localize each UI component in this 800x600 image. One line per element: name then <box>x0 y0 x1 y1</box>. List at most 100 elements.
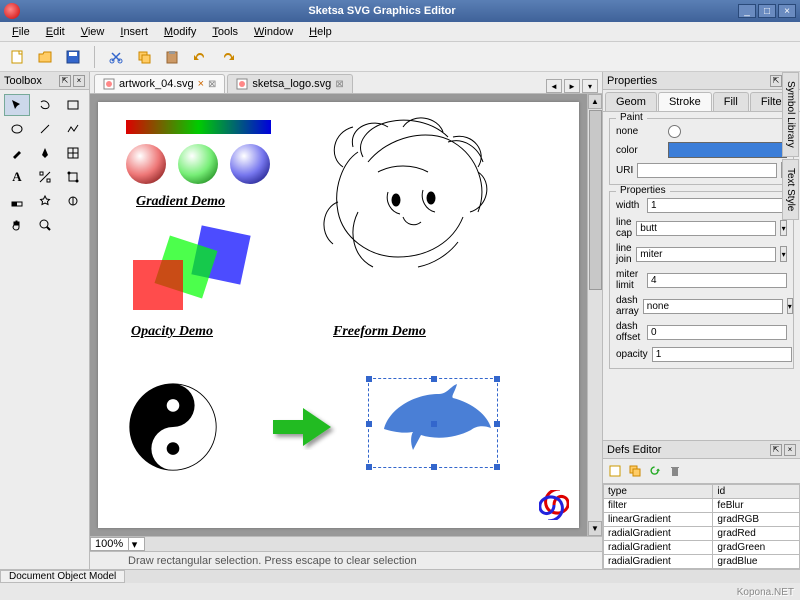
tab-menu-button[interactable]: ▾ <box>582 79 598 93</box>
status-hint: Draw rectangular selection. Press escape… <box>128 555 417 567</box>
freeform-drawing <box>308 112 528 312</box>
menu-edit[interactable]: Edit <box>38 24 73 40</box>
red-sphere <box>126 144 166 184</box>
defs-refresh-button[interactable] <box>646 462 664 480</box>
dasharray-dropdown-icon[interactable]: ▾ <box>787 298 793 314</box>
defs-duplicate-button[interactable] <box>626 462 644 480</box>
tab-prev-button[interactable]: ◄ <box>546 79 562 93</box>
new-file-button[interactable] <box>6 46 28 68</box>
menu-bar: File Edit View Insert Modify Tools Windo… <box>0 22 800 42</box>
vtab-text-style[interactable]: Text Style <box>782 159 799 220</box>
table-row[interactable]: radialGradientgradRed <box>604 527 800 541</box>
yinyang-icon <box>128 382 218 472</box>
menu-insert[interactable]: Insert <box>112 24 156 40</box>
tool-transform[interactable] <box>60 166 86 188</box>
properties-pin-icon[interactable]: ⇱ <box>770 75 782 87</box>
linejoin-dropdown-icon[interactable]: ▾ <box>780 246 787 262</box>
status-bar: Draw rectangular selection. Press escape… <box>90 551 602 569</box>
maximize-button[interactable]: □ <box>758 4 776 18</box>
menu-help[interactable]: Help <box>301 24 340 40</box>
main-toolbar <box>0 42 800 72</box>
selection-box[interactable] <box>368 378 498 468</box>
tool-misc[interactable] <box>60 190 86 212</box>
paint-none-radio[interactable] <box>668 125 681 138</box>
menu-file[interactable]: File <box>4 24 38 40</box>
undo-button[interactable] <box>189 46 211 68</box>
stroke-color-swatch[interactable] <box>668 142 787 158</box>
close-window-button[interactable]: × <box>778 4 796 18</box>
spiral-logo <box>539 490 569 520</box>
svg-canvas[interactable]: Gradient Demo Opacity Demo Freeform Dem <box>98 102 579 528</box>
menu-tools[interactable]: Tools <box>204 24 246 40</box>
dashoffset-input[interactable] <box>647 325 787 340</box>
defs-close-icon[interactable]: × <box>784 444 796 456</box>
defs-new-button[interactable] <box>606 462 624 480</box>
linecap-input[interactable] <box>636 221 776 236</box>
watermark: Kopona.NET <box>737 587 794 598</box>
zoom-select[interactable]: 100%▾ <box>90 537 145 551</box>
stroke-width-input[interactable] <box>647 198 787 213</box>
defs-title: Defs Editor <box>607 444 661 456</box>
dom-tab[interactable]: Document Object Model <box>0 570 125 583</box>
tool-text[interactable]: A <box>4 166 30 188</box>
menu-modify[interactable]: Modify <box>156 24 204 40</box>
tab-next-button[interactable]: ► <box>564 79 580 93</box>
miterlimit-input[interactable] <box>647 273 787 288</box>
save-file-button[interactable] <box>62 46 84 68</box>
arrow-icon <box>268 402 338 452</box>
blue-sphere <box>230 144 270 184</box>
red-square <box>133 260 183 310</box>
toolbox-pin-icon[interactable]: ⇱ <box>59 75 71 87</box>
close-tab-icon[interactable]: ⊠ <box>335 79 343 90</box>
menu-window[interactable]: Window <box>246 24 301 40</box>
window-title: Sketsa SVG Graphics Editor <box>26 5 738 17</box>
horizontal-scrollbar[interactable]: 100%▾ <box>90 536 602 551</box>
cut-button[interactable] <box>105 46 127 68</box>
tool-grid[interactable] <box>60 142 86 164</box>
opacity-input[interactable] <box>652 347 792 362</box>
prop-tab-geom[interactable]: Geom <box>605 92 657 111</box>
table-row[interactable]: radialGradientgradBlue <box>604 555 800 569</box>
toolbox-panel: Toolbox ⇱ × A <box>0 72 90 569</box>
tool-polyline[interactable] <box>60 118 86 140</box>
svg-file-icon <box>103 78 115 90</box>
vtab-symbol-library[interactable]: Symbol Library <box>782 72 799 157</box>
tool-pen[interactable] <box>32 142 58 164</box>
defs-delete-button[interactable] <box>666 462 684 480</box>
table-row[interactable]: linearGradientgradRGB <box>604 513 800 527</box>
tool-star[interactable] <box>32 190 58 212</box>
tool-select[interactable] <box>4 94 30 116</box>
tool-line[interactable] <box>32 118 58 140</box>
paste-button[interactable] <box>161 46 183 68</box>
green-sphere <box>178 144 218 184</box>
tool-node[interactable] <box>32 166 58 188</box>
tab-sketsa-logo[interactable]: sketsa_logo.svg ⊠ <box>227 74 352 93</box>
defs-pin-icon[interactable]: ⇱ <box>770 444 782 456</box>
prop-tab-stroke[interactable]: Stroke <box>658 92 712 111</box>
tool-rect[interactable] <box>60 94 86 116</box>
tool-lasso[interactable] <box>32 94 58 116</box>
tool-hand[interactable] <box>4 214 30 236</box>
close-tab-icon[interactable]: ⊠ <box>208 79 216 90</box>
table-row[interactable]: filterfeBlur <box>604 499 800 513</box>
tool-pencil[interactable] <box>4 142 30 164</box>
canvas-viewport[interactable]: Gradient Demo Opacity Demo Freeform Dem <box>90 94 587 536</box>
paint-uri-input[interactable] <box>637 163 777 178</box>
tab-artwork-04[interactable]: artwork_04.svg × ⊠ <box>94 74 225 93</box>
tool-ellipse[interactable] <box>4 118 30 140</box>
minimize-button[interactable]: _ <box>738 4 756 18</box>
copy-button[interactable] <box>133 46 155 68</box>
dasharray-input[interactable] <box>643 299 783 314</box>
toolbox-title: Toolbox <box>4 75 42 87</box>
menu-view[interactable]: View <box>73 24 113 40</box>
linecap-dropdown-icon[interactable]: ▾ <box>780 220 787 236</box>
tool-zoom[interactable] <box>32 214 58 236</box>
linejoin-input[interactable] <box>636 247 776 262</box>
prop-tab-fill[interactable]: Fill <box>713 92 749 111</box>
tool-eyedropper[interactable] <box>4 190 30 212</box>
redo-button[interactable] <box>217 46 239 68</box>
vertical-scrollbar[interactable]: ▲▼ <box>587 94 602 536</box>
open-file-button[interactable] <box>34 46 56 68</box>
table-row[interactable]: radialGradientgradGreen <box>604 541 800 555</box>
toolbox-close-icon[interactable]: × <box>73 75 85 87</box>
